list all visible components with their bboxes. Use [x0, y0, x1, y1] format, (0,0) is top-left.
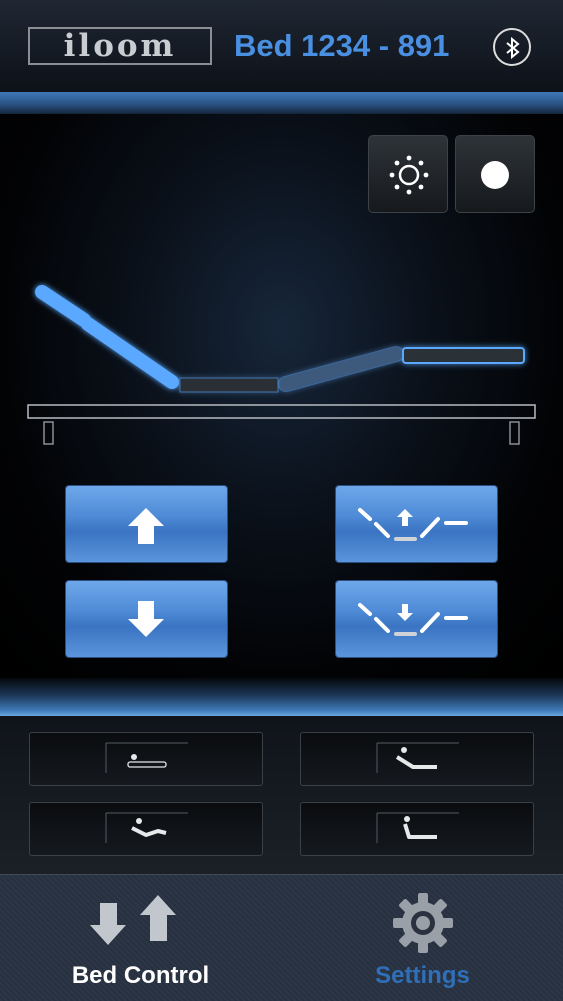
bed-frame — [27, 404, 536, 419]
app-header: iloom Bed 1234 - 891 — [0, 0, 563, 92]
tab-settings-label: Settings — [375, 962, 470, 989]
bed-head-upper — [35, 285, 91, 327]
brand-logo: iloom — [28, 27, 212, 65]
arrow-up-icon — [128, 508, 164, 544]
tab-bar: Bed Control Settings — [0, 874, 563, 1001]
preset-flat-button[interactable] — [29, 732, 263, 786]
preset-sit-button[interactable] — [300, 802, 534, 856]
preset-flat-icon — [105, 742, 188, 773]
bed-head-lower — [81, 317, 179, 389]
bed-seat — [179, 377, 279, 393]
light-button[interactable] — [368, 135, 448, 213]
gear-icon — [393, 893, 453, 953]
tab-bed-control-label: Bed Control — [71, 962, 210, 989]
controls-divider — [0, 678, 563, 716]
head-down-button[interactable] — [66, 581, 227, 657]
preset-recline-icon — [376, 742, 459, 773]
bluetooth-icon[interactable] — [493, 28, 531, 66]
bed-leg-left — [43, 421, 54, 445]
light-icon — [389, 155, 429, 195]
preset-legs-up-icon — [105, 812, 188, 843]
bed-lower-button[interactable] — [336, 581, 497, 657]
record-button[interactable] — [455, 135, 535, 213]
bed-foot — [402, 347, 525, 364]
tab-settings[interactable]: Settings — [282, 875, 563, 1001]
bed-illustration — [27, 285, 536, 445]
preset-recline-button[interactable] — [300, 732, 534, 786]
bed-raise-button[interactable] — [336, 486, 497, 562]
up-down-arrows-icon — [90, 895, 176, 945]
header-divider — [0, 92, 563, 114]
bed-raise-icon — [358, 508, 468, 541]
arrow-down-icon — [128, 601, 164, 637]
record-dot-icon — [481, 161, 509, 189]
preset-legs-up-button[interactable] — [29, 802, 263, 856]
tab-bed-control[interactable]: Bed Control — [0, 875, 281, 1001]
bed-leg-right — [509, 421, 520, 445]
preset-sit-icon — [376, 812, 459, 843]
bed-title: Bed 1234 - 891 — [234, 28, 450, 63]
head-up-button[interactable] — [66, 486, 227, 562]
bed-lower-icon — [358, 603, 468, 636]
